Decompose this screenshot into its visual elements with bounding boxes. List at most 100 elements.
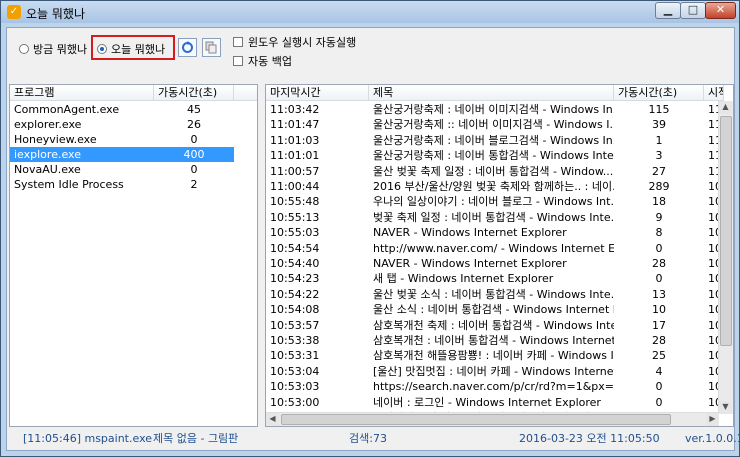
program-time: 400 [154, 147, 234, 162]
detail-start-time: 11:0 [708, 103, 719, 116]
status-datetime: 2016-03-23 오전 11:05:50 [519, 432, 660, 445]
detail-row[interactable]: 10:54:54 http://www.naver.com/ - Windows … [266, 241, 719, 256]
detail-start-time: 10:5 [708, 257, 719, 270]
detail-hscrollbar[interactable]: ◀ ▶ [266, 412, 719, 426]
detail-last-time: 10:53:04 [270, 364, 320, 378]
detail-row[interactable]: 10:53:03 https://search.naver.com/p/cr/rd… [266, 379, 719, 394]
program-time: 2 [190, 178, 198, 191]
detail-start-time: 10:5 [708, 318, 719, 332]
program-time-header[interactable]: 가동시간(초) [154, 85, 234, 101]
detail-title: NAVER - Windows Internet Explorer [373, 226, 567, 240]
detail-last-time: 10:54:22 [270, 287, 320, 301]
radio-today-label: 오늘 뭐했나 [111, 43, 166, 56]
detail-run-time: 17 [652, 318, 666, 332]
detail-run-time: 0 [655, 241, 663, 255]
program-name: System Idle Process [14, 178, 124, 191]
detail-start-time: 10:5 [708, 364, 719, 378]
detail-start-time: 10:5 [708, 210, 719, 224]
detail-title: 울산 벚꽃 축제 일정 : 네이버 통합검색 - Window... [373, 164, 614, 178]
hscroll-thumb[interactable] [281, 414, 671, 425]
radio-today[interactable]: 오늘 뭐했나 [97, 41, 165, 57]
refresh-icon [182, 41, 193, 53]
autostart-checkbox-box[interactable] [233, 37, 243, 47]
title-bar[interactable]: ✓ 오늘 뭐했나 ▁ □ ✕ [1, 1, 739, 23]
copy-icon [205, 41, 217, 54]
detail-row[interactable]: 10:53:38 삼호복개천 : 네이버 통합검색 - Windows Inter… [266, 333, 719, 348]
last-time-header[interactable]: 마지막시간 [266, 85, 369, 101]
client-area: 방금 뭐했나 오늘 뭐했나 윈도우 실행시 자동실행 자동 백업 프로그램 가동… [6, 27, 740, 451]
detail-row[interactable]: 10:53:57 삼호복개천 축제 : 네이버 통합검색 - Windows In… [266, 318, 719, 333]
detail-last-time: 10:54:54 [270, 241, 320, 255]
scroll-left-icon[interactable]: ◀ [266, 413, 279, 426]
detail-last-time: 11:00:57 [270, 164, 320, 178]
detail-row[interactable]: 11:00:57 울산 벚꽃 축제 일정 : 네이버 통합검색 - Window.… [266, 164, 719, 179]
detail-title: [울산] 맛집멋집 : 네이버 카페 - Windows Internet... [373, 364, 614, 378]
detail-row[interactable]: 10:55:13 벚꽃 축제 일정 : 네이버 통합검색 - Windows In… [266, 210, 719, 225]
autostart-checkbox[interactable]: 윈도우 실행시 자동실행 [233, 34, 356, 50]
detail-row[interactable]: 10:53:00 네이버 : 로그인 - Windows Internet Exp… [266, 395, 719, 410]
detail-last-time: 10:55:13 [270, 210, 320, 224]
app-logo-icon: ✓ [7, 5, 21, 19]
status-window-title: 제목 없음 - 그림판 [153, 432, 239, 445]
backup-checkbox[interactable]: 자동 백업 [233, 53, 292, 69]
detail-start-time: 10:5 [708, 334, 719, 347]
detail-run-time: 0 [655, 380, 663, 394]
detail-row[interactable]: 10:53:31 삼호복개천 해뜰용팜뿅! : 네이버 카페 - Windows … [266, 348, 719, 363]
copy-button[interactable] [202, 38, 221, 57]
scroll-thumb[interactable] [720, 116, 732, 346]
detail-title: 삼호복개천 : 네이버 통합검색 - Windows Internet ... [373, 334, 614, 347]
run-time-header[interactable]: 가동시간(초) [614, 85, 704, 101]
autostart-label: 윈도우 실행시 자동실행 [248, 36, 357, 49]
detail-last-time: 10:53:31 [270, 349, 320, 363]
detail-last-time: 10:55:03 [270, 226, 320, 240]
radio-recent-label: 방금 뭐했나 [33, 43, 88, 56]
scroll-down-icon[interactable]: ▼ [719, 401, 732, 414]
detail-row[interactable]: 11:03:42 울산궁거랑축제 : 네이버 이미지검색 - Windows In… [266, 102, 719, 117]
detail-run-time: 28 [652, 257, 666, 270]
program-list[interactable]: 프로그램 가동시간(초) CommonAgent.exe 45 explorer.e… [9, 84, 258, 427]
detail-row[interactable]: 10:54:23 새 탭 - Windows Internet Explorer 0… [266, 271, 719, 286]
title-header[interactable]: 제목 [369, 85, 614, 101]
detail-row[interactable]: 11:01:01 울산궁거랑축제 : 네이버 통합검색 - Windows Int… [266, 148, 719, 163]
detail-row[interactable]: 10:54:08 울산 소식 : 네이버 통합검색 - Windows Inter… [266, 302, 719, 317]
detail-run-time: 3 [655, 149, 663, 163]
program-time: 0 [190, 133, 198, 146]
detail-last-time: 10:54:23 [270, 272, 320, 286]
close-button[interactable]: ✕ [705, 2, 736, 19]
radio-recent-dot[interactable] [19, 44, 29, 54]
detail-start-time: 10:5 [708, 241, 719, 255]
detail-row[interactable]: 10:55:03 NAVER - Windows Internet Explore… [266, 225, 719, 240]
scroll-right-icon[interactable]: ▶ [706, 413, 719, 426]
minimize-button[interactable]: ▁ [655, 2, 681, 19]
detail-row[interactable]: 11:01:47 울산궁거랑축제 :: 네이버 이미지검색 - Windows I… [266, 117, 719, 132]
program-row[interactable]: CommonAgent.exe 45 [10, 102, 257, 117]
detail-row[interactable]: 10:55:48 우나의 일상이야기 : 네이버 블로그 - Windows In… [266, 194, 719, 209]
scroll-up-icon[interactable]: ▲ [719, 101, 732, 114]
program-row[interactable]: System Idle Process 2 [10, 177, 257, 192]
detail-title: 벚꽃 축제 일정 : 네이버 통합검색 - Windows Inte... [373, 210, 614, 224]
refresh-button[interactable] [178, 38, 197, 57]
detail-row[interactable]: 10:54:22 울산 벚꽃 소식 : 네이버 통합검색 - Windows In… [266, 287, 719, 302]
detail-run-time: 0 [655, 395, 663, 409]
program-row[interactable]: Honeyview.exe 0 [10, 132, 257, 147]
detail-row[interactable]: 11:01:03 울산궁거랑축제 : 네이버 블로그검색 - Windows In… [266, 133, 719, 148]
detail-list[interactable]: 마지막시간 제목 가동시간(초) 시작 11:03:42 울산궁거랑축제 : 네이… [265, 84, 734, 427]
backup-checkbox-box[interactable] [233, 56, 243, 66]
detail-row[interactable]: 10:54:40 NAVER - Windows Internet Explore… [266, 256, 719, 271]
program-row[interactable]: explorer.exe 26 [10, 117, 257, 132]
maximize-button[interactable]: □ [680, 2, 706, 19]
program-header[interactable]: 프로그램 [10, 85, 154, 101]
program-row[interactable]: iexplore.exe 400 [10, 147, 257, 162]
program-row[interactable]: NovaAU.exe 0 [10, 162, 257, 177]
program-header-filler [234, 85, 257, 101]
detail-row[interactable]: 10:53:04 [울산] 맛집멋집 : 네이버 카페 - Windows Int… [266, 364, 719, 379]
detail-title: 울산궁거랑축제 : 네이버 이미지검색 - Windows In... [373, 103, 614, 116]
detail-vscrollbar[interactable]: ▲ ▼ [718, 101, 733, 414]
detail-last-time: 11:03:42 [270, 103, 320, 116]
radio-recent[interactable]: 방금 뭐했나 [19, 41, 87, 57]
radio-today-dot[interactable] [97, 44, 107, 54]
start-time-header[interactable]: 시작 [704, 85, 724, 101]
detail-last-time: 10:53:00 [270, 395, 320, 409]
detail-row[interactable]: 11:00:44 2016 부산/울산/양원 벚꽃 축제와 함께하는.. : 네이… [266, 179, 719, 194]
detail-last-time: 10:54:40 [270, 257, 320, 270]
